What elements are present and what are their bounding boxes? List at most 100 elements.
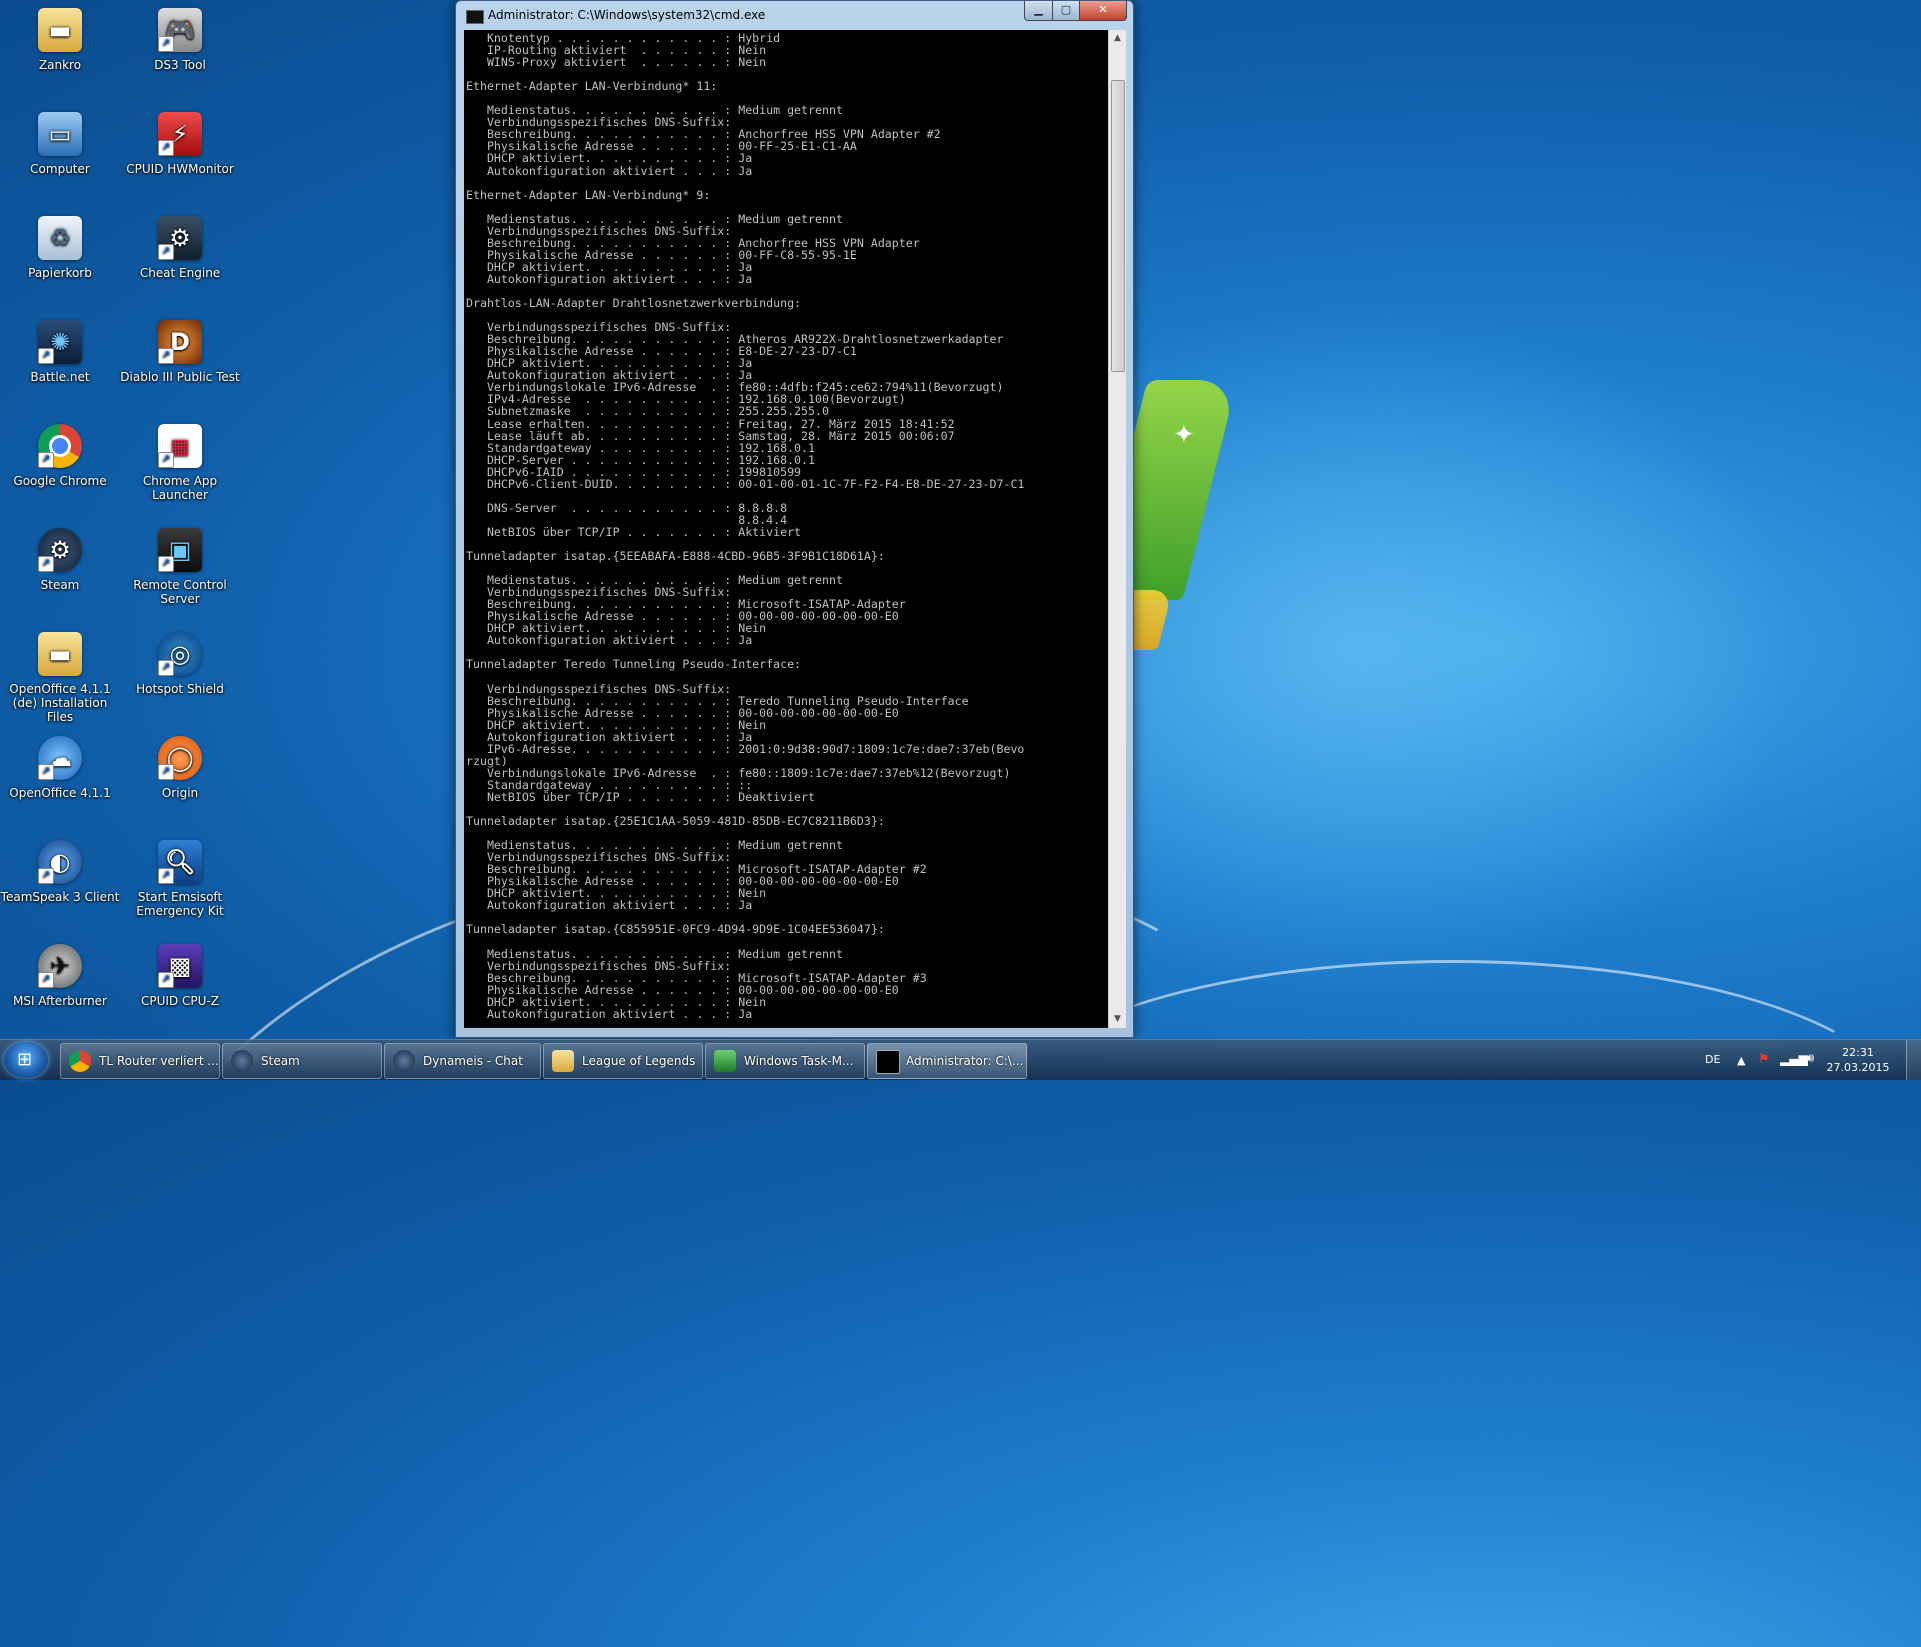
taskbar-item-label: Windows Task-M... xyxy=(744,1054,854,1068)
desktop-icon-label: MSI Afterburner xyxy=(12,994,107,1008)
minimize-button[interactable]: ▁ xyxy=(1024,1,1053,21)
desktop-icon-label: OpenOffice 4.1.1 xyxy=(9,786,111,800)
cheat-engine-icon: ⚙ ↗ xyxy=(158,216,202,260)
steam-icon xyxy=(393,1050,415,1072)
taskbar-item[interactable]: Administrator: C:\... xyxy=(867,1043,1027,1079)
desktop-icon[interactable]: ⚡ ↗ CPUID HWMonitor xyxy=(120,112,240,176)
cmd-icon xyxy=(876,1050,900,1074)
desktop-icon[interactable]: ▬ OpenOffice 4.1.1 (de) Installation Fil… xyxy=(0,632,120,724)
taskbar-item[interactable]: Dynameis - Chat xyxy=(384,1043,541,1079)
clock-time: 22:31 xyxy=(1842,1046,1874,1059)
cmd-window[interactable]: Administrator: C:\Windows\system32\cmd.e… xyxy=(455,0,1134,1038)
taskbar-item-label: Steam xyxy=(261,1054,300,1068)
desktop-icon-label: CPUID CPU-Z xyxy=(141,994,219,1008)
close-button[interactable]: ✕ xyxy=(1079,1,1127,21)
start-button[interactable]: ⊞ xyxy=(4,1042,48,1078)
taskbar-item[interactable]: League of Legends xyxy=(543,1043,703,1079)
app-launcher-icon: ▦ ↗ xyxy=(158,424,202,468)
desktop-icon[interactable]: ↗ Google Chrome xyxy=(0,424,120,488)
desktop-icon-label: Hotspot Shield xyxy=(136,682,224,696)
clock-date: 27.03.2015 xyxy=(1826,1061,1890,1074)
window-titlebar[interactable]: Administrator: C:\Windows\system32\cmd.e… xyxy=(456,1,1133,29)
hwmonitor-icon: ⚡ ↗ xyxy=(158,112,202,156)
desktop-icon[interactable]: ✈ ↗ MSI Afterburner xyxy=(0,944,120,1008)
desktop-icon[interactable]: ⚙ ↗ Steam xyxy=(0,528,120,592)
desktop-icon-label: Computer xyxy=(30,162,90,176)
desktop-icon-label: Papierkorb xyxy=(28,266,92,280)
desktop-icon[interactable]: ▩ ↗ CPUID CPU-Z xyxy=(120,944,240,1008)
desktop-icon[interactable]: ⚙ ↗ Cheat Engine xyxy=(120,216,240,280)
taskbar-item-label: TL Router verliert ... xyxy=(99,1054,219,1068)
task-manager-icon xyxy=(714,1050,736,1072)
system-clock[interactable]: 22:31 27.03.2015 xyxy=(1816,1045,1900,1075)
console-text: Knotentyp . . . . . . . . . . . . : Hybr… xyxy=(466,31,1025,1021)
chrome-icon: ↗ xyxy=(38,424,82,468)
desktop-icon[interactable]: ☁ ↗ OpenOffice 4.1.1 xyxy=(0,736,120,800)
desktop-icon-label: CPUID HWMonitor xyxy=(126,162,234,176)
chrome-icon xyxy=(69,1050,91,1072)
desktop-icon[interactable]: ▣ ↗ Remote Control Server xyxy=(120,528,240,606)
gamepad-icon: 🎮 ↗ xyxy=(158,8,202,52)
desktop-icon-label: Remote Control Server xyxy=(133,578,227,606)
origin-icon: ◯ ↗ xyxy=(158,736,202,780)
taskbar-item[interactable]: Steam xyxy=(222,1043,382,1079)
desktop-icon[interactable]: ◯ ↗ Origin xyxy=(120,736,240,800)
wallpaper-swoosh xyxy=(1000,960,1906,1266)
desktop-icon-label: Diablo III Public Test xyxy=(120,370,240,384)
folder-icon: ▬ xyxy=(38,632,82,676)
diablo-icon: D ↗ xyxy=(158,320,202,364)
steam-icon xyxy=(231,1050,253,1072)
desktop-icon[interactable]: D ↗ Diablo III Public Test xyxy=(120,320,240,384)
desktop-icon-label: Start Emsisoft Emergency Kit xyxy=(136,890,224,918)
taskbar-item[interactable]: TL Router verliert ... xyxy=(60,1043,220,1079)
desktop-icon[interactable]: ✺ ↗ Battle.net xyxy=(0,320,120,384)
desktop-icon[interactable]: ▭ Computer xyxy=(0,112,120,176)
emsisoft-icon: 🔍︎ ↗ xyxy=(158,840,202,884)
desktop-icon[interactable]: 🎮 ↗ DS3 Tool xyxy=(120,8,240,72)
desktop-icon-label: TeamSpeak 3 Client xyxy=(0,890,120,904)
maximize-button[interactable]: ▢ xyxy=(1052,1,1080,21)
desktop-icon[interactable]: ◎ ↗ Hotspot Shield xyxy=(120,632,240,696)
desktop-icon[interactable]: 🔍︎ ↗ Start Emsisoft Emergency Kit xyxy=(120,840,240,918)
desktop-icon-label: Google Chrome xyxy=(13,474,107,488)
desktop-icon[interactable]: ▦ ↗ Chrome App Launcher xyxy=(120,424,240,502)
taskbar-item[interactable]: Windows Task-M... xyxy=(705,1043,865,1079)
folder-icon: ▬ xyxy=(38,8,82,52)
folder-icon xyxy=(552,1050,574,1072)
language-indicator[interactable]: DE xyxy=(1705,1053,1720,1093)
taskbar-item-label: Administrator: C:\... xyxy=(906,1054,1024,1068)
show-desktop-button[interactable] xyxy=(1906,1040,1921,1080)
show-hidden-icons-icon[interactable]: ▲ xyxy=(1737,1054,1745,1094)
cpuz-icon: ▩ ↗ xyxy=(158,944,202,988)
scroll-down-arrow-icon[interactable]: ▼ xyxy=(1109,1011,1126,1028)
network-signal-icon[interactable]: ▂▄▆ xyxy=(1780,1052,1808,1092)
scrollbar-thumb[interactable] xyxy=(1111,80,1125,372)
desktop-icon-label: Origin xyxy=(161,786,199,800)
action-center-flag-icon[interactable]: ⚑ xyxy=(1758,1052,1770,1092)
taskbar-item-label: League of Legends xyxy=(582,1054,696,1068)
computer-icon: ▭ xyxy=(38,112,82,156)
windows-logo-icon: ⊞ xyxy=(17,1049,33,1070)
taskbar-item-label: Dynameis - Chat xyxy=(423,1054,523,1068)
recycle-bin-icon: ♻ xyxy=(38,216,82,260)
volume-icon[interactable]: 🔊︎ xyxy=(1806,1051,1814,1091)
battlenet-icon: ✺ ↗ xyxy=(38,320,82,364)
desktop-icon-label: OpenOffice 4.1.1 (de) Installation Files xyxy=(9,682,111,724)
butterfly-icon: ✦ xyxy=(1173,420,1195,450)
vertical-scrollbar[interactable]: ▲ ▼ xyxy=(1108,30,1126,1028)
desktop-icon-label: Chrome App Launcher xyxy=(142,474,218,502)
steam-icon: ⚙ ↗ xyxy=(38,528,82,572)
desktop-icon[interactable]: ◐ ↗ TeamSpeak 3 Client xyxy=(0,840,120,904)
console-output[interactable]: Knotentyp . . . . . . . . . . . . : Hybr… xyxy=(464,30,1108,1028)
cmd-icon xyxy=(466,10,484,24)
desktop-icon[interactable]: ♻ Papierkorb xyxy=(0,216,120,280)
desktop-icon[interactable]: ▬ Zankro xyxy=(0,8,120,72)
teamspeak-icon: ◐ ↗ xyxy=(38,840,82,884)
desktop-icon-label: Steam xyxy=(40,578,80,592)
desktop-icon-label: Zankro xyxy=(38,58,82,72)
taskbar: ⊞ TL Router verliert ... Steam Dynameis … xyxy=(0,1039,1921,1080)
desktop-icon-label: DS3 Tool xyxy=(154,58,206,72)
hotspot-shield-icon: ◎ ↗ xyxy=(158,632,202,676)
scroll-up-arrow-icon[interactable]: ▲ xyxy=(1109,30,1126,47)
remote-control-icon: ▣ ↗ xyxy=(158,528,202,572)
